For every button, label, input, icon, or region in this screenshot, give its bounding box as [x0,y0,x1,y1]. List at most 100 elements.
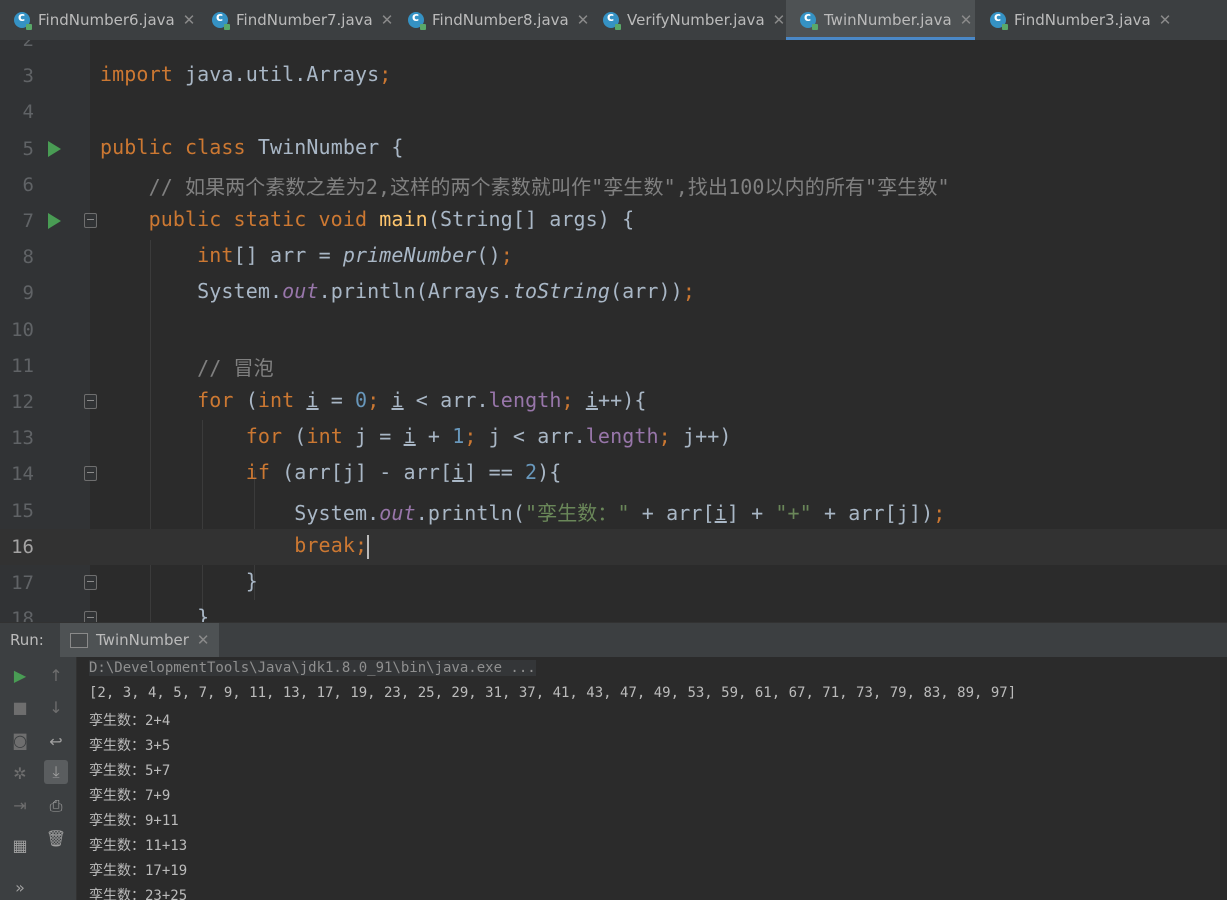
code-line[interactable]: 12 for (int i = 0; i < arr.length; i++){ [0,384,1227,420]
fold-marker-icon[interactable] [84,213,97,228]
tab-label: FindNumber6.java [38,11,175,29]
up-arrow-icon[interactable]: ↑ [44,663,68,687]
code-line[interactable]: 13 for (int j = i + 1; j < arr.length; j… [0,420,1227,456]
code-token: = [318,388,356,412]
code-editor[interactable]: 2 3 import java.util.Arrays; 4 5 public class… [0,40,1227,622]
tab-label: FindNumber7.java [236,11,373,29]
code-token: ; [933,501,946,525]
code-token: "+" [775,501,812,525]
tab-findnumber3[interactable]: FindNumber3.java ✕ [976,0,1171,40]
run-tab-twinnumber[interactable]: TwinNumber ✕ [60,623,220,657]
fold-marker-icon[interactable] [84,466,97,481]
close-icon[interactable]: ✕ [773,11,786,29]
camera-icon[interactable]: ◙ [8,728,32,752]
line-number: 4 [22,101,34,123]
scroll-to-end-icon[interactable]: ⤓ [44,760,68,784]
code-token: break; [294,533,368,557]
code-line[interactable]: 8 int[] arr = primeNumber(); [0,239,1227,275]
java-class-icon [408,10,426,30]
code-token: out [282,279,319,303]
code-token: ] == [464,460,525,484]
code-token: int [197,243,234,267]
code-token: } [100,569,258,593]
code-token: ; [500,243,513,267]
code-token: ; [464,424,489,448]
console-output-line: 孪生数：5+7 [89,763,171,779]
code-token: public static void [100,207,380,231]
code-line[interactable]: 7 public static void main(String[] args)… [0,203,1227,239]
soft-wrap-icon[interactable]: ↩ [44,729,68,753]
tab-findnumber7[interactable]: FindNumber7.java ✕ [198,0,393,40]
tab-findnumber6[interactable]: FindNumber6.java ✕ [0,0,197,40]
code-token: } [100,605,210,622]
run-gutter-icon[interactable] [48,213,61,229]
code-line[interactable]: 11 // 冒泡 [0,348,1227,384]
run-icon[interactable]: ▶ [8,663,32,687]
layout-icon[interactable]: ▦ [8,833,32,857]
code-token: ; [367,388,392,412]
code-line[interactable]: 4 [0,94,1227,130]
code-token: i [306,388,319,412]
code-line[interactable]: 5 public class TwinNumber { [0,131,1227,167]
java-class-icon [603,10,621,30]
code-line[interactable]: 9 System.out.println(Arrays.toString(arr… [0,275,1227,311]
code-token: 0 [355,388,368,412]
fold-marker-icon[interactable] [84,575,97,590]
code-token: ){ [537,460,562,484]
code-token: for [245,424,283,448]
line-number: 3 [22,65,34,87]
tab-twinnumber[interactable]: TwinNumber.java ✕ [786,0,975,40]
code-line[interactable]: 18 } [0,601,1227,622]
fold-marker-icon[interactable] [84,394,97,409]
code-line[interactable]: 15 System.out.println("孪生数：" + arr[i] + … [0,493,1227,529]
stop-icon[interactable]: ■ [8,695,32,719]
code-text: for (int j = i + 1; j < arr.length; j++) [100,424,732,448]
code-line[interactable]: 16 break; [0,529,1227,565]
line-number: 10 [11,319,34,341]
run-label: Run: [10,631,44,649]
console-output[interactable]: D:\DevelopmentTools\Java\jdk1.8.0_91\bin… [77,657,1227,900]
close-icon[interactable]: ✕ [577,11,590,29]
code-token: System. [100,501,380,525]
code-text: } [100,605,209,622]
fold-marker-icon[interactable] [84,611,97,622]
tab-label: FindNumber3.java [1014,11,1151,29]
code-token: j = [355,424,404,448]
code-text: System.out.println(Arrays.toString(arr))… [100,279,695,303]
code-line[interactable]: 17 } [0,565,1227,601]
close-icon[interactable]: ✕ [197,631,210,649]
code-token: .println( [415,501,525,525]
line-number: 5 [22,138,34,160]
java-class-icon [800,10,818,30]
run-gutter-icon[interactable] [48,141,61,157]
close-icon[interactable]: ✕ [183,11,196,29]
print-icon[interactable]: ⎙ [44,794,68,818]
code-token: j < arr. [488,424,586,448]
close-icon[interactable]: ✕ [1159,11,1172,29]
code-token: ++){ [597,388,647,412]
code-text: for (int i = 0; i < arr.length; i++){ [100,388,647,412]
close-icon[interactable]: ✕ [960,11,973,29]
java-class-icon [212,10,230,30]
code-line[interactable]: 2 [0,40,1227,58]
close-icon[interactable]: ✕ [381,11,394,29]
code-line[interactable]: 3 import java.util.Arrays; [0,58,1227,94]
down-arrow-icon[interactable]: ↓ [44,695,68,719]
line-number: 8 [22,246,34,268]
console-output-line: 孪生数：17+19 [89,863,188,879]
line-number: 9 [22,282,34,304]
bug-icon[interactable]: ✲ [8,761,32,785]
tab-findnumber8[interactable]: FindNumber8.java ✕ [394,0,590,40]
code-line[interactable]: 14 if (arr[j] - arr[i] == 2){ [0,456,1227,492]
code-token: i [391,388,404,412]
login-icon[interactable]: ⇥ [8,793,32,817]
code-line[interactable]: 6 // 如果两个素数之差为2,这样的两个素数就叫作"孪生数",找出100以内的… [0,167,1227,203]
tab-verifynumber[interactable]: VerifyNumber.java ✕ [589,0,785,40]
more-icon[interactable]: » [8,875,32,899]
java-class-icon [14,10,32,30]
line-number: 15 [11,500,34,522]
trash-icon[interactable]: 🗑 [44,826,68,850]
code-line[interactable]: 10 [0,312,1227,348]
